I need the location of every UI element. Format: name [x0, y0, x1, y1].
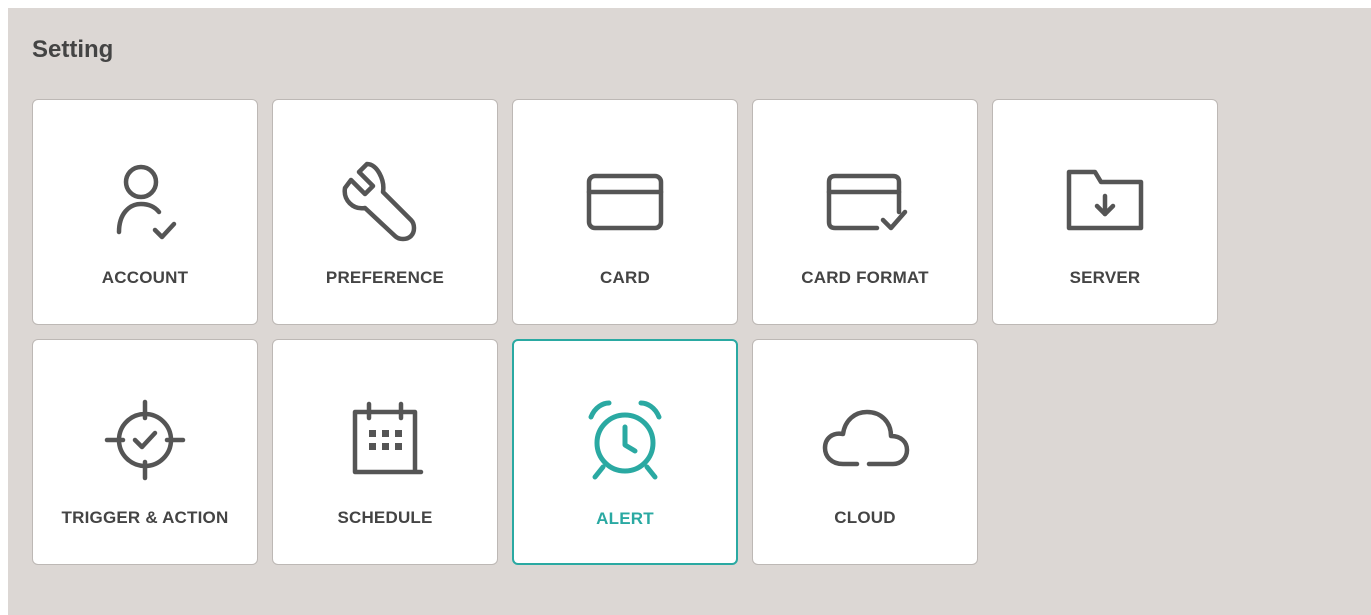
tile-label: SCHEDULE — [337, 508, 433, 527]
card-format-tile[interactable]: CARD FORMAT — [752, 99, 978, 325]
tile-label: CARD FORMAT — [801, 268, 929, 287]
tile-label: ACCOUNT — [101, 268, 189, 287]
server-tile[interactable]: SERVER — [992, 99, 1218, 325]
tile-label: SERVER — [1069, 268, 1141, 287]
wrench-icon — [337, 152, 433, 248]
page-title: Setting — [32, 36, 114, 63]
settings-grid: ACCOUNT PREFERENCE CARD CARD FORMAT SERV… — [32, 99, 1218, 565]
settings-panel: Setting ACCOUNT PREFERENCE CARD CARD FOR… — [8, 8, 1371, 615]
alarm-clock-icon — [577, 393, 673, 489]
account-icon — [97, 152, 193, 248]
tile-label: PREFERENCE — [325, 268, 445, 287]
calendar-icon — [337, 392, 433, 488]
tile-label: TRIGGER & ACTION — [61, 508, 229, 527]
tile-label: CLOUD — [834, 508, 896, 527]
folder-download-icon — [1057, 152, 1153, 248]
schedule-tile[interactable]: SCHEDULE — [272, 339, 498, 565]
card-icon — [577, 152, 673, 248]
card-format-icon — [817, 152, 913, 248]
tile-label: CARD — [600, 268, 650, 287]
target-check-icon — [97, 392, 193, 488]
tile-label: ALERT — [596, 509, 654, 528]
account-tile[interactable]: ACCOUNT — [32, 99, 258, 325]
cloud-tile[interactable]: CLOUD — [752, 339, 978, 565]
preference-tile[interactable]: PREFERENCE — [272, 99, 498, 325]
alert-tile[interactable]: ALERT — [512, 339, 738, 565]
cloud-icon — [817, 392, 913, 488]
card-tile[interactable]: CARD — [512, 99, 738, 325]
trigger-action-tile[interactable]: TRIGGER & ACTION — [32, 339, 258, 565]
